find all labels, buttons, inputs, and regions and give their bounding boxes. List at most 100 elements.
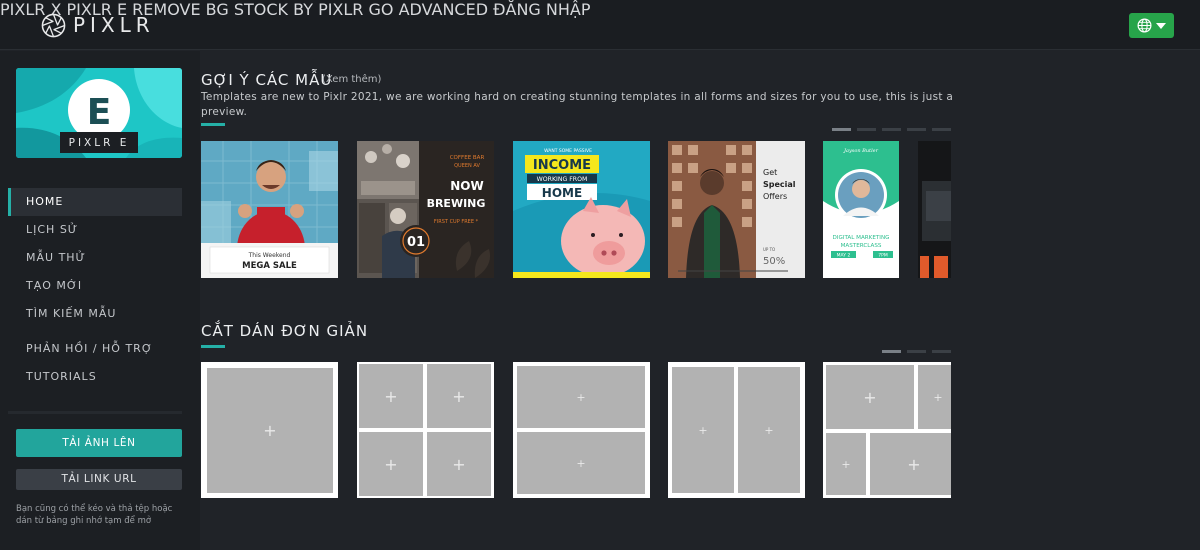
template-art [918, 141, 951, 278]
collage-layout-grid-2x2[interactable]: + + + + [357, 362, 494, 498]
sidebar-item-search-templates[interactable]: TÌM KIẾM MẪU [8, 300, 182, 328]
language-button[interactable] [1129, 13, 1174, 38]
collage-pager [882, 350, 951, 353]
pager-dot-2[interactable] [857, 128, 876, 131]
templates-pager [832, 128, 951, 131]
template-headline1: NOW [450, 179, 483, 193]
pager-dot-1[interactable] [832, 128, 851, 131]
pager-dot-2[interactable] [907, 350, 926, 353]
load-url-button[interactable]: TẢI LINK URL [16, 469, 182, 490]
pixlr-logo[interactable]: PIXLR [41, 12, 155, 38]
collage-cell[interactable]: + [738, 367, 800, 493]
collage-cell[interactable]: + [359, 432, 423, 496]
sidebar-item-feedback[interactable]: PHẢN HỒI / HỖ TRỢ [8, 335, 182, 363]
app-letter: E [87, 92, 112, 133]
sidebar-item-samples[interactable]: MẪU THỬ [8, 244, 182, 272]
template-card-now-brewing[interactable]: 01 COFFEE BAR QUEEN AV NOW BREWING FIRST… [357, 141, 494, 278]
template-headline2: WORKING FROM [537, 176, 588, 183]
collage-cell[interactable]: + [826, 365, 914, 429]
collage-cell[interactable]: + [517, 432, 645, 494]
sidebar-item-new[interactable]: TẠO MỚI [8, 272, 182, 300]
pager-dot-3[interactable] [932, 350, 951, 353]
template-line1: This Weekend [248, 252, 291, 259]
template-time: 7PM [878, 253, 888, 259]
template-number: 01 [407, 235, 425, 250]
template-card-special-offers[interactable]: Get Special Offers UP TO 50% [668, 141, 805, 278]
templates-accent-bar [201, 123, 225, 126]
collage-layout-mixed[interactable]: + + + + [823, 362, 951, 498]
collage-cell[interactable]: + [672, 367, 734, 493]
plus-icon: + [907, 454, 921, 474]
template-tag: FIRST CUP FREE * [434, 219, 479, 225]
plus-icon: + [576, 456, 586, 470]
template-line2: MEGA SALE [242, 261, 297, 271]
plus-icon: + [384, 386, 398, 406]
template-upto: UP TO [763, 247, 775, 252]
template-card-income[interactable]: WANT SOME PASSIVE INCOME WORKING FROM HO… [513, 141, 650, 278]
collage-layout-mixed-clip: + + + + [823, 362, 951, 498]
template-headline1: INCOME [533, 158, 591, 173]
plus-icon: + [452, 386, 466, 406]
drag-drop-hint: Bạn cũng có thể kéo và thả tệp hoặc dán … [16, 504, 173, 526]
see-more-link[interactable]: (Xem thêm) [322, 74, 381, 85]
pager-dot-1[interactable] [882, 350, 901, 353]
pager-dot-4[interactable] [907, 128, 926, 131]
template-art: This Weekend MEGA SALE [201, 141, 338, 278]
plus-icon: + [576, 390, 586, 404]
collage-title: CẮT DÁN ĐƠN GIẢN [201, 322, 369, 340]
sidebar-divider [8, 411, 182, 414]
template-art: Jayson Butler DIGITAL MARKETING MASTERCL… [823, 141, 899, 278]
nav-stock[interactable]: STOCK BY PIXLR [234, 0, 364, 19]
template-date: MAY 2 [837, 253, 851, 259]
plus-icon: + [698, 423, 708, 437]
template-line2: MASTERCLASS [841, 243, 882, 249]
collage-cell[interactable]: + [359, 364, 423, 428]
template-headline2: BREWING [427, 197, 486, 210]
collage-accent-bar [201, 345, 225, 348]
nav-login[interactable]: ĐĂNG NHẬP [493, 0, 590, 19]
collage-layout-two-rows[interactable]: + + [513, 362, 650, 498]
plus-icon: + [933, 390, 943, 404]
template-card-masterclass[interactable]: Jayson Butler DIGITAL MARKETING MASTERCL… [823, 141, 899, 278]
plus-icon: + [452, 454, 466, 474]
app-name-badge: PIXLR E [60, 132, 138, 153]
template-line3: Offers [763, 192, 787, 201]
collage-cell[interactable]: + [427, 364, 491, 428]
upload-image-button[interactable]: TẢI ẢNH LÊN [16, 429, 182, 457]
collage-cell[interactable]: + [517, 366, 645, 428]
template-line1: Get [763, 168, 777, 177]
template-art: WANT SOME PASSIVE INCOME WORKING FROM HO… [513, 141, 650, 278]
sidebar-item-history[interactable]: LỊCH SỬ [8, 216, 182, 244]
template-art: 01 COFFEE BAR QUEEN AV NOW BREWING FIRST… [357, 141, 494, 278]
template-line2: Special [763, 180, 796, 189]
template-name: Jayson Butler [843, 148, 879, 154]
plus-icon: + [841, 457, 851, 471]
collage-cell[interactable]: + [870, 433, 951, 495]
template-card-mega-sale[interactable]: This Weekend MEGA SALE [201, 141, 338, 278]
plus-icon: + [764, 423, 774, 437]
collage-cell[interactable]: + [826, 433, 866, 495]
globe-icon [1137, 18, 1152, 33]
template-card-partial[interactable] [918, 141, 951, 278]
plus-icon: + [384, 454, 398, 474]
pager-dot-3[interactable] [882, 128, 901, 131]
collage-cell[interactable]: + [207, 368, 333, 493]
sidebar-item-home[interactable]: HOME [8, 188, 182, 216]
sidebar-item-tutorials[interactable]: TUTORIALS [8, 363, 182, 391]
templates-description: Templates are new to Pixlr 2021, we are … [201, 91, 954, 118]
templates-title: GỢI Ý CÁC MẪU [201, 71, 333, 89]
template-sub: QUEEN AV [454, 163, 480, 169]
brand-name: PIXLR [73, 13, 155, 37]
plus-icon: + [863, 387, 877, 407]
collage-layout-single[interactable]: + [201, 362, 338, 498]
aperture-icon [41, 13, 66, 37]
collage-cell[interactable]: + [918, 365, 951, 429]
collage-layout-two-columns[interactable]: + + [668, 362, 805, 498]
collage-cell[interactable]: + [427, 432, 491, 496]
top-bar: PIXLR PIXLR X PIXLR E REMOVE BG STOCK BY… [0, 0, 1200, 50]
pager-dot-5[interactable] [932, 128, 951, 131]
nav-go-advanced[interactable]: GO ADVANCED [369, 0, 489, 19]
template-top: WANT SOME PASSIVE [544, 148, 592, 154]
template-top: COFFEE BAR [450, 155, 485, 161]
sidebar-menu: HOME LỊCH SỬ MẪU THỬ TẠO MỚI TÌM KIẾM MẪ… [8, 188, 182, 391]
